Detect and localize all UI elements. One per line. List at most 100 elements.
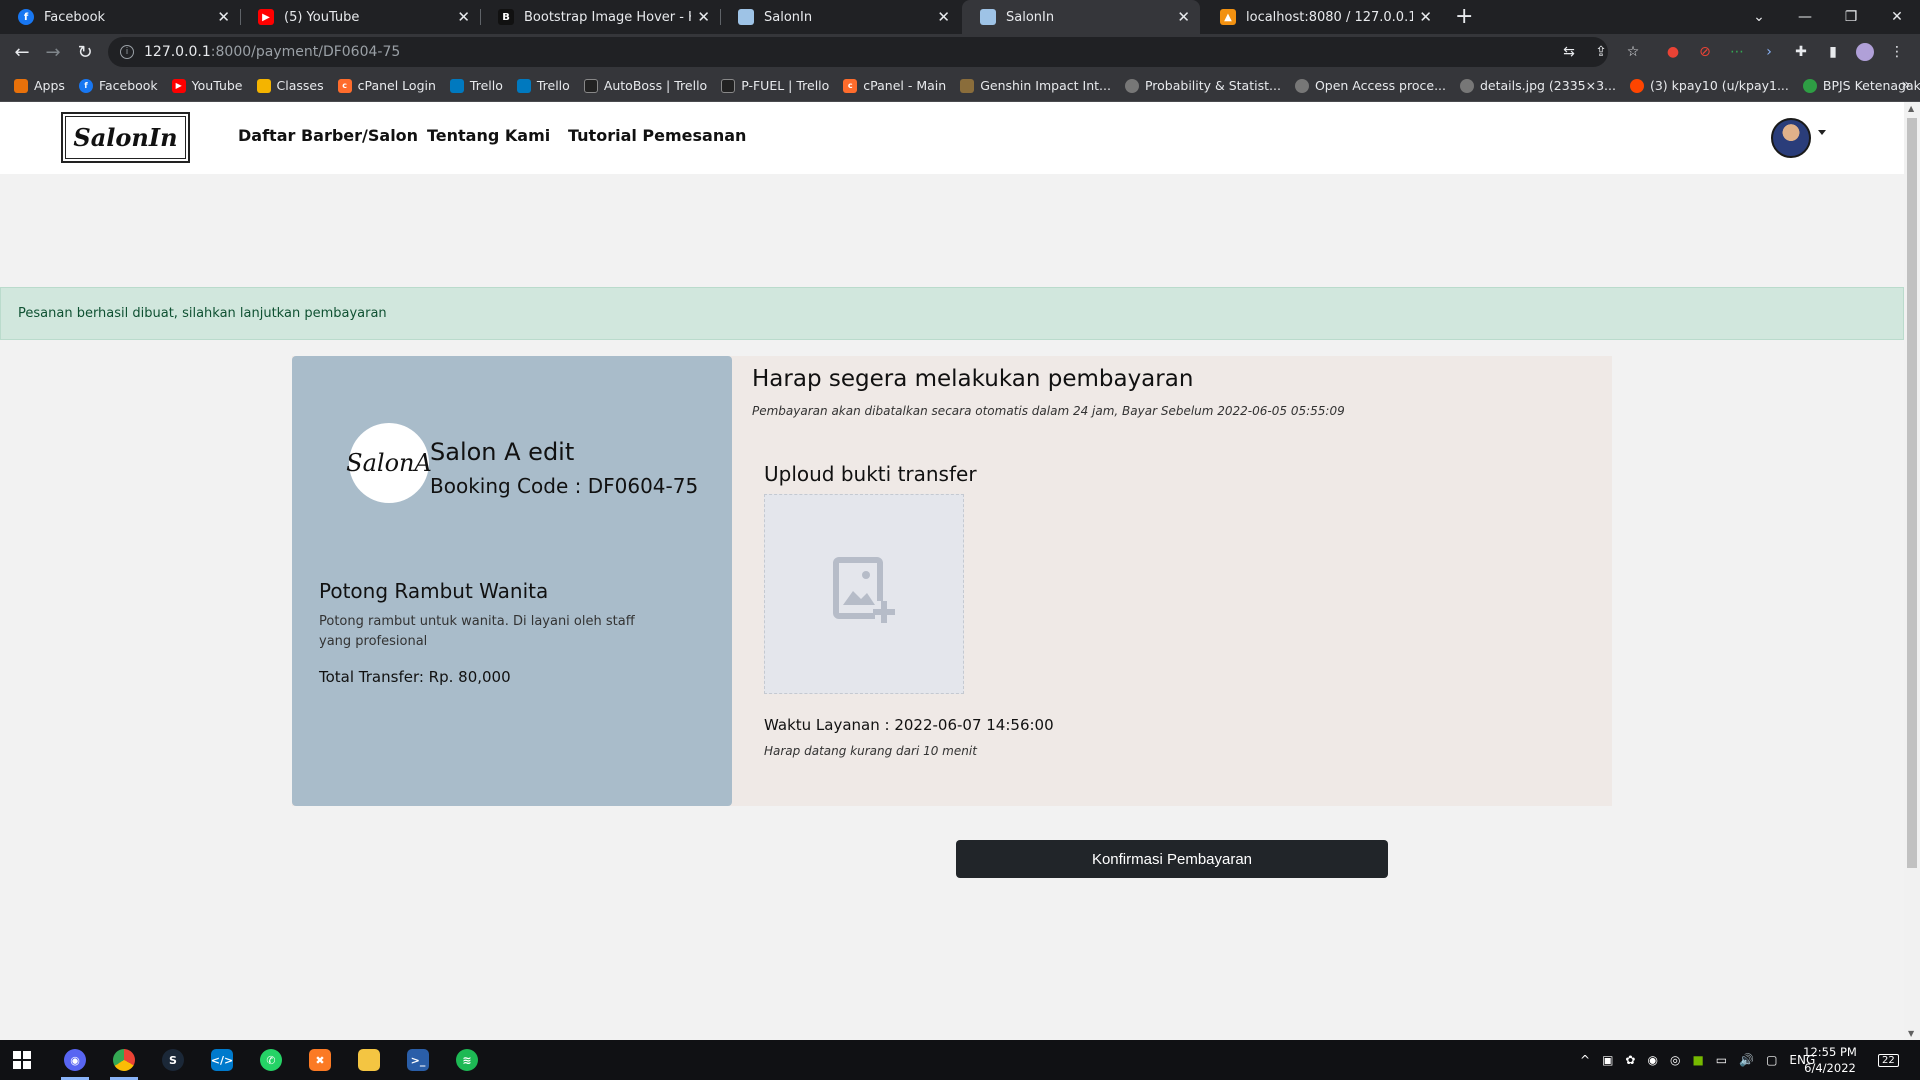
profile-icon[interactable] [1856, 43, 1874, 61]
bookmark-open-access[interactable]: Open Access proce... [1294, 78, 1446, 93]
windows-start-icon[interactable] [2, 1046, 42, 1074]
bookmark-cpanel-main[interactable]: c cPanel - Main [843, 78, 946, 93]
bookmark-youtube[interactable]: ▶ YouTube [171, 78, 243, 93]
tab-facebook[interactable]: f Facebook ✕ [0, 0, 240, 34]
xampp-app-icon[interactable]: ✖ [300, 1046, 340, 1074]
tab-search-icon[interactable]: ⌄ [1736, 0, 1782, 34]
network-icon[interactable]: ▭ [1716, 1053, 1727, 1067]
close-tab-icon[interactable]: ✕ [457, 8, 470, 26]
notification-center-icon[interactable]: 22 [1878, 1040, 1899, 1080]
extension-grid-icon[interactable]: ⋯ [1728, 43, 1746, 61]
tray-app-icon[interactable]: ✿ [1625, 1053, 1635, 1067]
tab-phpmyadmin[interactable]: ▲ localhost:8080 / 127.0.0.1 / salon ✕ [1202, 0, 1442, 34]
system-tray: ^ ▣ ✿ ◉ ◎ ■ ▭ 🔊 ▢ ENG [1580, 1040, 1815, 1080]
order-summary-panel: SalonA Salon A edit Booking Code : DF060… [292, 356, 732, 806]
whatsapp-app-icon[interactable]: ✆ [251, 1046, 291, 1074]
cpanel-icon: c [337, 78, 352, 93]
menu-icon[interactable]: ⋮ [1888, 43, 1906, 61]
nav-daftar-barber[interactable]: Daftar Barber/Salon [238, 126, 418, 145]
bookmark-cpanel-login[interactable]: c cPanel Login [337, 78, 436, 93]
chevron-down-icon[interactable] [1818, 130, 1826, 135]
tray-app-icon[interactable]: ▣ [1602, 1053, 1613, 1067]
bookmark-apps[interactable]: Apps [14, 78, 65, 93]
extension-arrow-icon[interactable]: › [1760, 43, 1778, 61]
site-info-icon[interactable]: i [120, 45, 134, 59]
back-icon[interactable]: ← [10, 40, 34, 64]
tab-salonin[interactable]: SalonIn ✕ [720, 0, 960, 34]
volume-icon[interactable]: 🔊 [1739, 1053, 1754, 1067]
bookmark-autoboss[interactable]: AutoBoss | Trello [583, 78, 707, 93]
avatar[interactable] [1771, 118, 1811, 158]
globe-icon [1124, 78, 1139, 93]
upload-title: Uploud bukti transfer [764, 462, 977, 486]
bookmark-facebook[interactable]: f Facebook [78, 78, 158, 93]
share-icon[interactable]: ⇪ [1592, 43, 1610, 61]
page-icon [738, 9, 754, 25]
steam-app-icon[interactable]: S [153, 1046, 193, 1074]
trello-icon [583, 78, 598, 93]
browser-toolbar: ← → ↻ i 127.0.0.1:8000/payment/DF0604-75… [0, 34, 1920, 70]
extension-red-icon[interactable]: ● [1664, 43, 1682, 61]
new-tab-icon[interactable]: + [1455, 4, 1473, 29]
tab-youtube[interactable]: ▶ (5) YouTube ✕ [240, 0, 480, 34]
chrome-app-icon[interactable] [104, 1046, 144, 1080]
tab-salonin-active[interactable]: SalonIn ✕ [962, 0, 1200, 34]
scrollbar-thumb[interactable] [1907, 118, 1917, 868]
address-bar[interactable]: i 127.0.0.1:8000/payment/DF0604-75 [108, 37, 1608, 67]
close-tab-icon[interactable]: ✕ [937, 8, 950, 26]
close-tab-icon[interactable]: ✕ [1177, 8, 1190, 26]
forward-icon[interactable]: → [41, 40, 65, 64]
reload-icon[interactable]: ↻ [73, 40, 97, 64]
bookmark-classes[interactable]: Classes [256, 78, 324, 93]
salon-name: Salon A edit [430, 438, 575, 466]
payment-deadline-note: Pembayaran akan dibatalkan secara otomat… [752, 404, 1345, 418]
bookmark-details[interactable]: details.jpg (2335×3... [1460, 78, 1616, 93]
scroll-up-icon[interactable]: ▲ [1908, 104, 1914, 113]
extensions-puzzle-icon[interactable]: ✚ [1792, 43, 1810, 61]
bookmark-reddit[interactable]: (3) kpay10 (u/kpay1... [1629, 78, 1789, 93]
translate-icon[interactable]: ⇆ [1560, 43, 1578, 61]
bpjs-icon [1802, 78, 1817, 93]
restore-icon[interactable]: ❐ [1828, 0, 1874, 34]
confirm-payment-button[interactable]: Konfirmasi Pembayaran [956, 840, 1388, 878]
apps-grid-icon [14, 78, 28, 93]
clock[interactable]: 12:55 PM 6/4/2022 [1800, 1044, 1860, 1076]
discord-app-icon[interactable]: ◉ [55, 1046, 95, 1080]
total-transfer: Total Transfer: Rp. 80,000 [319, 668, 511, 686]
facebook-icon: f [18, 9, 34, 25]
bookmark-pfuel[interactable]: P-FUEL | Trello [721, 78, 829, 93]
genshin-icon [960, 78, 975, 93]
bookmark-probability[interactable]: Probability & Statist... [1124, 78, 1281, 93]
side-panel-icon[interactable]: ▮ [1824, 43, 1842, 61]
close-window-icon[interactable]: ✕ [1874, 0, 1920, 34]
bookmark-star-icon[interactable]: ☆ [1624, 43, 1642, 61]
minimize-icon[interactable]: — [1782, 0, 1828, 34]
more-bookmarks-icon[interactable]: » [1901, 77, 1910, 93]
close-tab-icon[interactable]: ✕ [217, 8, 230, 26]
powershell-app-icon[interactable]: >_ [398, 1046, 438, 1074]
chevron-up-icon[interactable]: ^ [1580, 1053, 1590, 1067]
nvidia-tray-icon[interactable]: ■ [1692, 1053, 1703, 1067]
close-tab-icon[interactable]: ✕ [697, 8, 710, 26]
tab-bootstrap[interactable]: B Bootstrap Image Hover - HTML & ✕ [480, 0, 720, 34]
brand-logo[interactable]: SalonIn [61, 112, 190, 163]
spotify-app-icon[interactable]: ≋ [447, 1046, 487, 1074]
steam-tray-icon[interactable]: ◎ [1670, 1053, 1680, 1067]
discord-tray-icon[interactable]: ◉ [1647, 1053, 1657, 1067]
nav-tutorial[interactable]: Tutorial Pemesanan [568, 126, 746, 145]
salon-logo: SalonA [346, 423, 432, 503]
bookmark-genshin[interactable]: Genshin Impact Int... [960, 78, 1111, 93]
close-tab-icon[interactable]: ✕ [1419, 8, 1432, 26]
globe-icon [1294, 78, 1309, 93]
scroll-down-icon[interactable]: ▼ [1908, 1029, 1914, 1038]
nav-tentang-kami[interactable]: Tentang Kami [427, 126, 550, 145]
display-icon[interactable]: ▢ [1766, 1053, 1777, 1067]
file-explorer-app-icon[interactable] [349, 1046, 389, 1074]
globe-icon [1460, 78, 1474, 93]
upload-dropzone[interactable] [764, 494, 964, 694]
extension-block-icon[interactable]: ⊘ [1696, 43, 1714, 61]
page-scrollbar[interactable]: ▲ ▼ [1904, 102, 1920, 1040]
bookmark-trello-1[interactable]: Trello [449, 78, 503, 93]
vscode-app-icon[interactable]: </> [202, 1046, 242, 1074]
bookmark-trello-2[interactable]: Trello [516, 78, 570, 93]
